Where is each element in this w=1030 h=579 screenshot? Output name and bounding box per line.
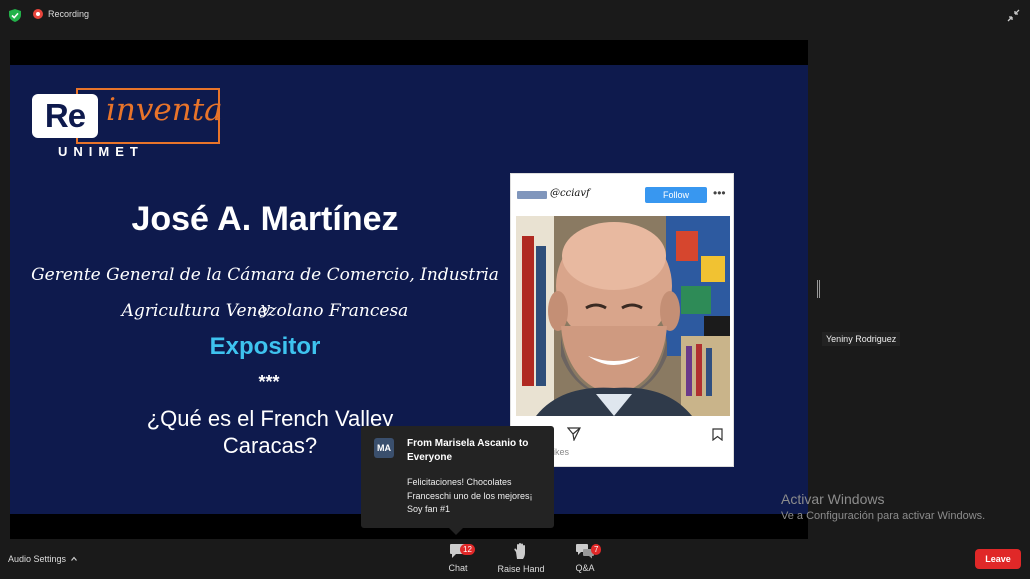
raise-hand-button[interactable]: Raise Hand [496, 543, 546, 574]
chat-notification[interactable]: MA From Marisela Ascanio to Everyone Fel… [361, 426, 554, 535]
instagram-account-logo [517, 191, 547, 199]
instagram-handle: @cciavf [550, 188, 590, 199]
chat-unread-badge: 12 [460, 544, 475, 555]
logo-inventa-text: inventa [106, 92, 223, 128]
expositor-label: Expositor [209, 333, 321, 360]
more-options-icon: ••• [713, 186, 726, 200]
panel-resize-handle[interactable] [817, 280, 820, 298]
separator-stars: *** [258, 372, 280, 392]
instagram-follow-button: Follow [645, 187, 707, 203]
chat-button[interactable]: Chat 12 [443, 543, 475, 573]
logo-unimet-text: UNIMET [58, 144, 144, 159]
meeting-toolbar: Audio Settings Chat 12 Raise Hand Q&A 7 … [0, 539, 1030, 579]
windows-activation-title: Activar Windows [781, 491, 885, 507]
bookmark-icon [712, 428, 723, 441]
top-bar: Recording [0, 0, 1030, 30]
qa-button[interactable]: Q&A 7 [570, 543, 602, 573]
chat-sender: From Marisela Ascanio to Everyone [407, 438, 529, 463]
recording-label: Recording [48, 9, 90, 19]
audio-settings-button[interactable]: Audio Settings [8, 554, 78, 564]
recording-indicator[interactable]: Recording [33, 9, 89, 19]
zoom-meeting-window: Recording Re inventa UNIMET José A. Mart… [0, 0, 1030, 579]
qa-label: Q&A [575, 563, 595, 573]
chat-label: Chat [448, 563, 468, 573]
caret-up-icon [71, 556, 78, 561]
chat-message: Felicitaciones! Chocolates Franceschi un… [407, 477, 533, 514]
speaker-role-line2: Agricultura Venezolano Francesa [121, 301, 409, 321]
instagram-post-card: @cciavf Follow ••• likes [510, 173, 734, 467]
participant-name-tag: Yeniny Rodriguez [822, 332, 901, 346]
record-icon [33, 9, 43, 19]
share-icon [567, 427, 581, 441]
raise-hand-icon [514, 543, 525, 559]
shield-check-icon[interactable] [9, 9, 21, 22]
logo-re-text: Re [32, 94, 98, 138]
windows-activation-subtitle: Ve a Configuración para activar Windows. [781, 510, 986, 522]
speaker-photo [516, 216, 730, 416]
exit-fullscreen-icon[interactable] [1007, 9, 1020, 22]
leave-meeting-button[interactable]: Leave [975, 549, 1021, 569]
qa-unread-badge: 7 [591, 544, 602, 555]
raise-hand-label: Raise Hand [497, 564, 545, 574]
speaker-name: José A. Martínez [131, 200, 399, 238]
audio-settings-label: Audio Settings [8, 554, 67, 564]
sender-avatar: MA [374, 438, 394, 458]
